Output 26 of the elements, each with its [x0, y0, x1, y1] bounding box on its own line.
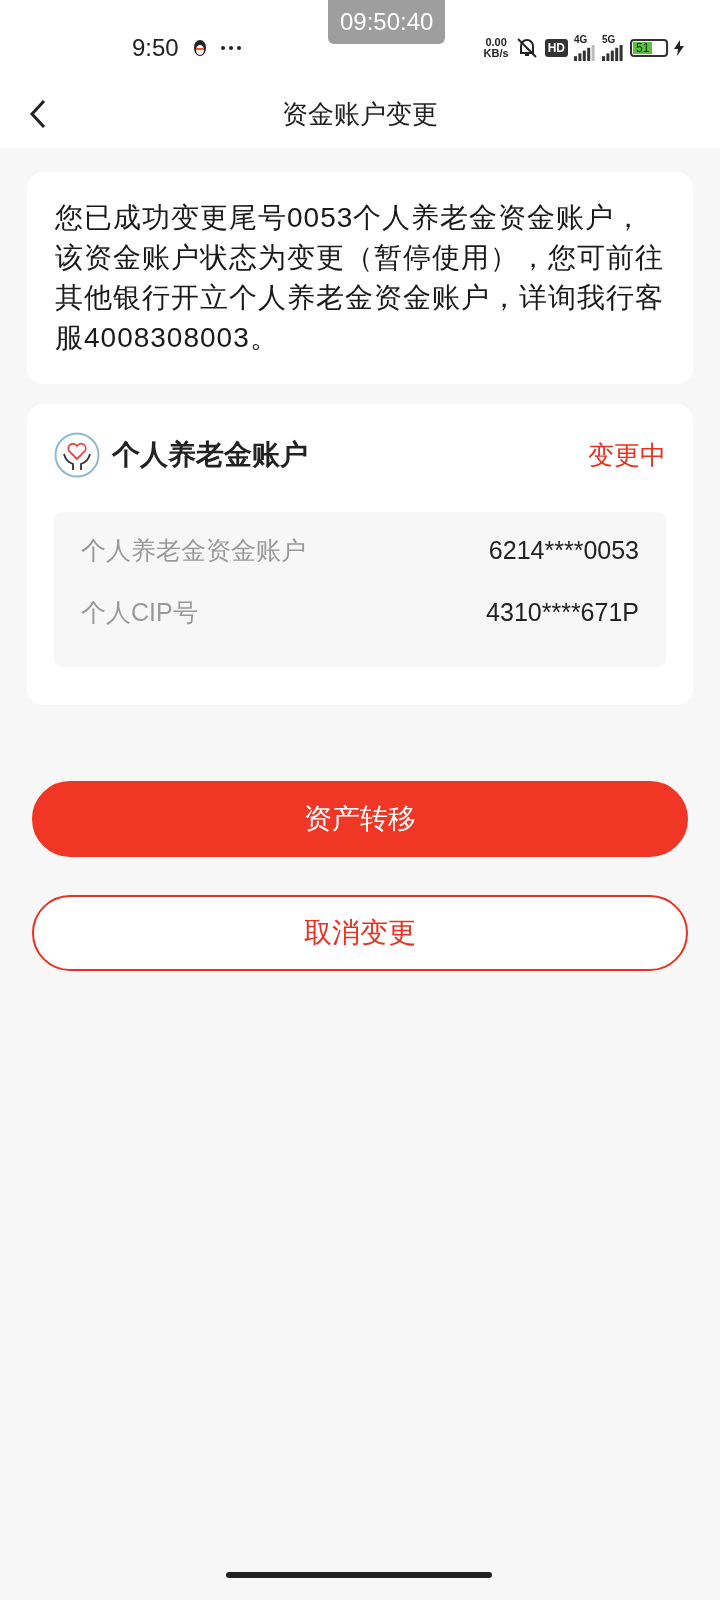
status-time: 9:50 — [132, 33, 179, 63]
hd-badge: HD — [544, 39, 568, 57]
network-label: 5G — [602, 35, 616, 45]
more-icon — [220, 46, 241, 50]
detail-label: 个人养老金资金账户 — [81, 535, 306, 566]
overlay-clock: 09:50:40 — [328, 0, 446, 44]
account-title: 个人养老金账户 — [112, 438, 308, 472]
battery-icon: 51 — [630, 39, 668, 57]
page-title: 资金账户变更 — [282, 97, 438, 131]
net-speed: 0.00 — [485, 37, 507, 48]
net-speed-unit: KB/s — [483, 48, 509, 59]
notice-text: 您已成功变更尾号0053个人养老金资金账户，该资金账户状态为变更（暂停使用），您可前往其他银行开立个人养老金资金账户，详询我行客服4008308003。 — [55, 201, 665, 355]
mute-icon — [514, 37, 539, 59]
signal-icon — [574, 45, 596, 61]
signal-icon — [602, 45, 624, 61]
network-label: 4G — [574, 35, 588, 45]
detail-value: 4310****671P — [486, 596, 639, 628]
charging-icon — [674, 40, 684, 56]
heart-hands-icon — [54, 432, 100, 478]
back-icon[interactable] — [28, 99, 48, 129]
detail-value: 6214****0053 — [488, 535, 639, 566]
detail-label: 个人CIP号 — [81, 596, 198, 628]
account-status: 变更中 — [588, 438, 666, 472]
penguin-icon — [192, 39, 207, 57]
action-button[interactable]: 取消变更 — [32, 895, 688, 971]
action-button[interactable]: 资产转移 — [32, 781, 688, 857]
